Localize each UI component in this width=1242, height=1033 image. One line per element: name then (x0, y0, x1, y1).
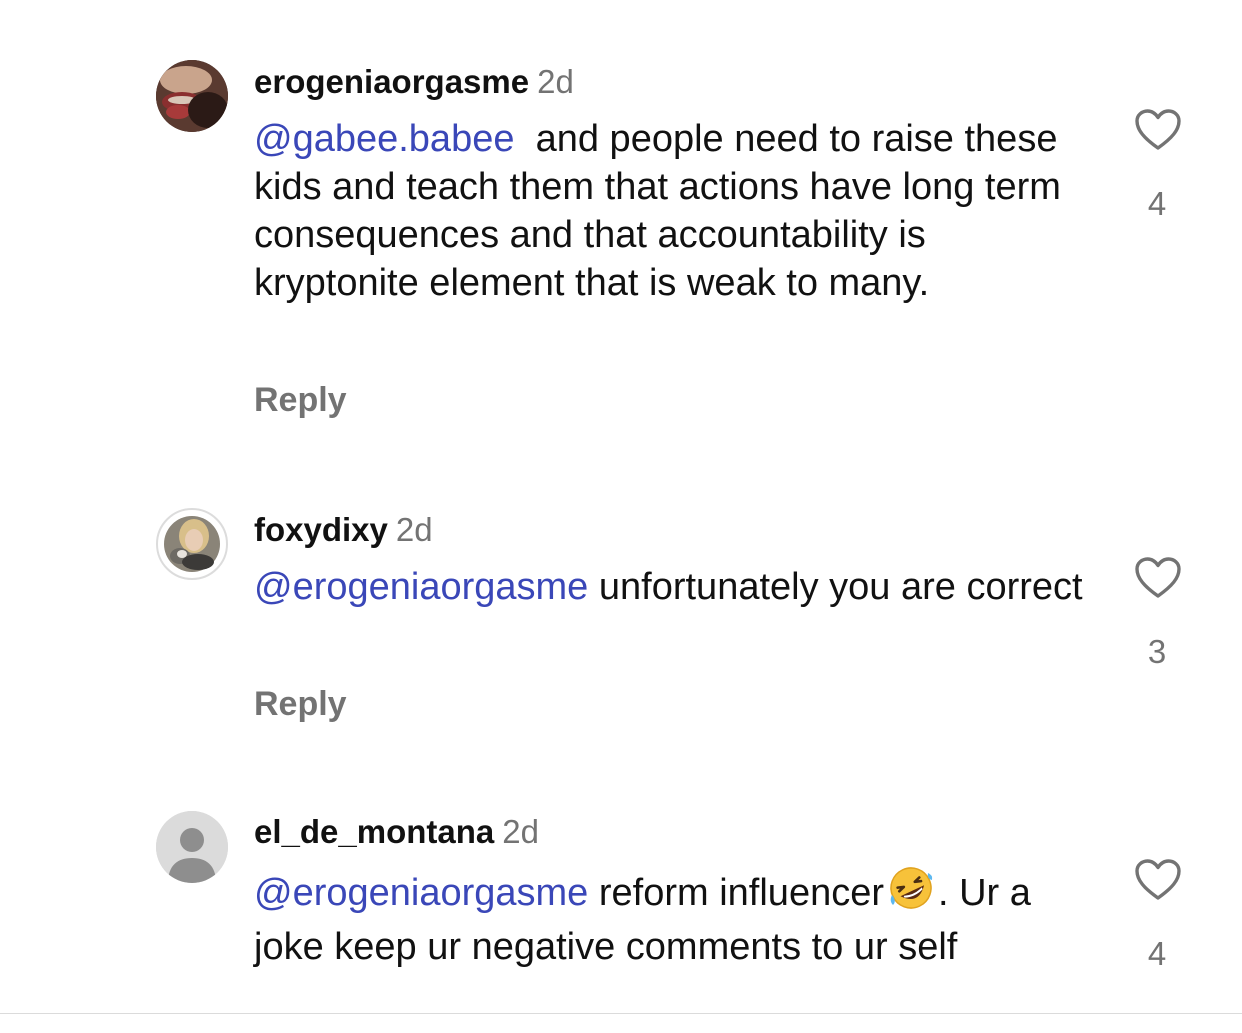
comment-header: el_de_montana 2d (254, 812, 539, 852)
comment-text: @erogeniaorgasme reform influencer . Ur … (254, 865, 1089, 971)
mention-link[interactable]: @erogeniaorgasme (254, 566, 588, 608)
default-avatar-icon (156, 811, 228, 883)
like-button[interactable] (1134, 108, 1182, 152)
like-count: 3 (1147, 633, 1167, 670)
mention-link[interactable]: @gabee.babee (254, 118, 514, 160)
username[interactable]: foxydixy (254, 511, 388, 548)
reply-button[interactable]: Reply (254, 380, 347, 420)
username[interactable]: erogeniaorgasme (254, 63, 529, 100)
timestamp: 2d (537, 63, 574, 100)
profile-photo-woman-blonde-icon (164, 516, 220, 572)
avatar[interactable] (156, 60, 228, 132)
comment-body: unfortunately you are correct (588, 566, 1083, 608)
like-count: 4 (1147, 935, 1167, 972)
comment-text: @erogeniaorgasme unfortunately you are c… (254, 563, 1089, 611)
comment-body: reform influencer (588, 872, 884, 914)
heart-icon (1135, 109, 1181, 150)
comment-header: foxydixy 2d (254, 510, 433, 550)
comment-item: erogeniaorgasme 2d @gabee.babee and peopl… (0, 0, 1242, 460)
heart-icon (1135, 557, 1181, 598)
rolling-on-floor-laughing-emoji-icon (888, 865, 934, 923)
timestamp: 2d (502, 813, 539, 850)
heart-icon (1135, 859, 1181, 900)
reply-button[interactable]: Reply (254, 684, 347, 724)
profile-photo-lips-icon (156, 60, 228, 132)
like-button[interactable] (1134, 858, 1182, 902)
comment-text: @gabee.babee and people need to raise th… (254, 115, 1089, 307)
comment-header: erogeniaorgasme 2d (254, 62, 574, 102)
like-count: 4 (1147, 185, 1167, 222)
bottom-divider (0, 1013, 1242, 1014)
avatar[interactable] (156, 508, 228, 580)
mention-link[interactable]: @erogeniaorgasme (254, 872, 588, 914)
like-button[interactable] (1134, 556, 1182, 600)
username[interactable]: el_de_montana (254, 813, 494, 850)
timestamp: 2d (395, 511, 433, 548)
avatar[interactable] (156, 811, 228, 883)
